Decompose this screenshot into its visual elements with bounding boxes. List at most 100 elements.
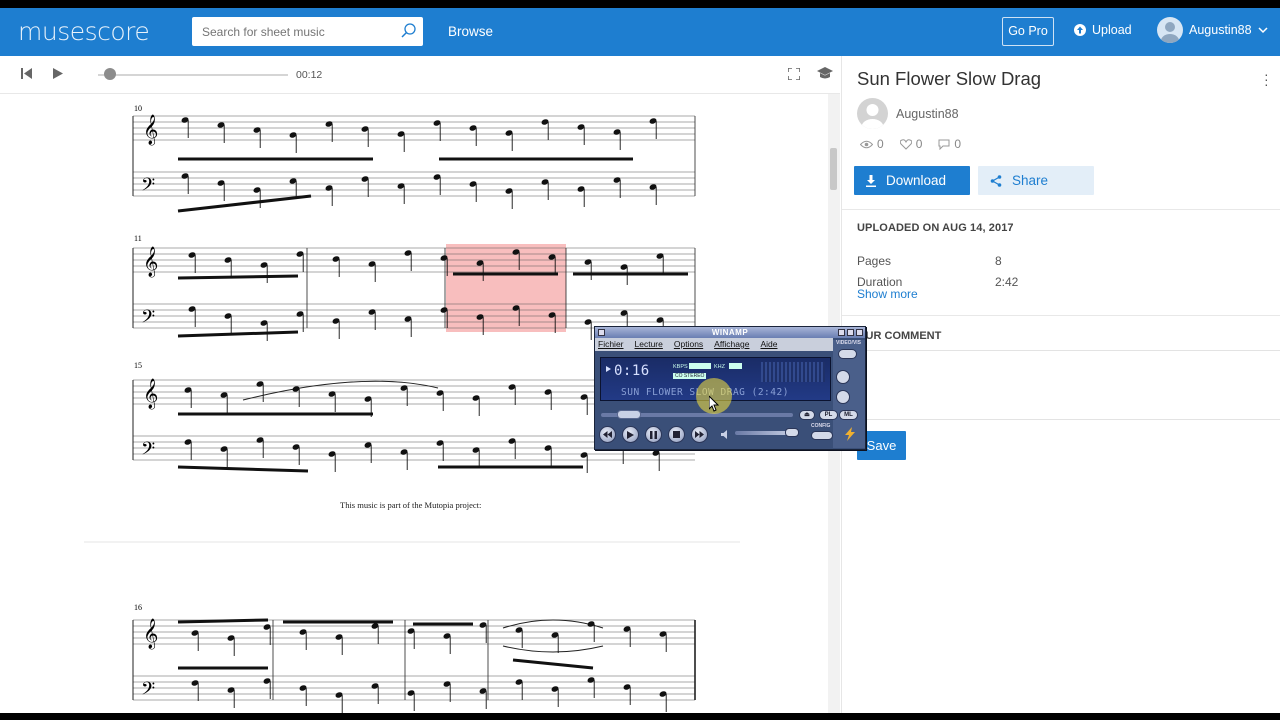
author-avatar[interactable] (857, 98, 888, 129)
likes-count: 0 (915, 137, 923, 151)
go-pro-button[interactable]: Go Pro (1002, 17, 1054, 46)
seek-track[interactable] (98, 74, 288, 76)
comment-icon (938, 139, 950, 150)
score-title: Sun Flower Slow Drag (857, 68, 1042, 89)
volume-handle[interactable] (785, 428, 799, 437)
musescore-logo[interactable]: musescore (18, 17, 150, 46)
media-library-button[interactable]: ML (839, 410, 858, 420)
config-label: CONFIG (811, 423, 831, 429)
measure-number: 10 (134, 104, 142, 113)
upload-icon (1074, 24, 1086, 36)
config-button[interactable] (811, 431, 833, 440)
author-row[interactable]: Augustin88 (857, 98, 959, 129)
minimize-icon[interactable] (838, 329, 845, 336)
download-icon (866, 174, 876, 187)
meta-label-pages: Pages (857, 254, 892, 268)
measure-number: 16 (134, 603, 142, 612)
play-icon[interactable] (53, 68, 63, 79)
browse-link[interactable]: Browse (448, 24, 493, 39)
video-vis-label: VIDEO/VIS (836, 340, 862, 346)
menu-fichier[interactable]: Fichier (598, 338, 624, 351)
score-scrollbar-thumb[interactable] (830, 148, 837, 190)
user-menu[interactable]: Augustin88 (1157, 17, 1268, 43)
kbps-label: KBPS (673, 364, 688, 370)
playing-indicator-icon (606, 366, 611, 372)
winamp-seek-handle[interactable] (617, 410, 641, 419)
username: Augustin88 (1189, 23, 1252, 37)
divider (842, 315, 1280, 316)
uploaded-date: UPLOADED ON AUG 14, 2017 (857, 222, 1014, 234)
menu-aide[interactable]: Aide (760, 338, 777, 351)
winamp-lightning-icon[interactable] (843, 427, 857, 441)
author-name[interactable]: Augustin88 (896, 107, 959, 121)
menu-affichage[interactable]: Affichage (714, 338, 749, 351)
download-button[interactable]: Download (854, 166, 970, 195)
mouse-cursor-icon (709, 396, 720, 412)
winamp-time: 0:16 (614, 363, 650, 379)
mutopia-credit: This music is part of the Mutopia projec… (340, 500, 482, 510)
shuffle-icon[interactable] (836, 390, 850, 404)
svg-text:𝄞: 𝄞 (143, 246, 158, 278)
comments-count: 0 (954, 137, 962, 151)
video-button[interactable] (838, 349, 857, 359)
divider (842, 209, 1280, 210)
repeat-icon[interactable] (836, 370, 850, 384)
svg-text:𝄞: 𝄞 (143, 114, 158, 146)
play-icon[interactable] (622, 426, 639, 443)
stop-icon[interactable] (668, 426, 685, 443)
search-box[interactable] (192, 17, 423, 46)
upload-label: Upload (1092, 23, 1132, 37)
seek-handle[interactable] (104, 68, 116, 80)
previous-icon[interactable] (599, 426, 616, 443)
top-navbar: musescore Browse Go Pro Upload Augustin8… (0, 8, 1280, 56)
svg-text:𝄢: 𝄢 (141, 679, 155, 704)
heart-icon[interactable] (899, 138, 912, 150)
winamp-title: WINAMP (711, 328, 749, 337)
menu-options[interactable]: Options (674, 338, 703, 351)
svg-text:𝄞: 𝄞 (143, 618, 158, 650)
show-more-link[interactable]: Show more (857, 287, 918, 301)
svg-text:𝄞: 𝄞 (143, 378, 158, 410)
menu-lecture[interactable]: Lecture (635, 338, 663, 351)
playback-bar: 00:12 (0, 56, 840, 94)
rewind-icon[interactable] (21, 68, 32, 79)
download-label: Download (886, 173, 947, 188)
winamp-titlebar[interactable]: WINAMP (595, 327, 865, 338)
winamp-menubar: Fichier Lecture Options Affichage Aide (595, 338, 833, 351)
measure-number: 15 (134, 361, 142, 370)
playlist-button[interactable]: PL (819, 410, 838, 420)
current-measure-highlight (446, 244, 566, 332)
svg-text:𝄢: 𝄢 (141, 307, 155, 332)
comment-heading: OUR COMMENT (857, 330, 942, 342)
score-stats: 0 0 0 (860, 137, 961, 151)
meta-value-pages: 8 (995, 254, 1002, 268)
more-options-icon[interactable]: · · · (1264, 67, 1269, 91)
close-icon[interactable] (856, 329, 863, 336)
share-button[interactable]: Share (978, 166, 1094, 195)
score-info-panel: Sun Flower Slow Drag · · · Augustin88 0 0 … (841, 56, 1280, 713)
kbps-value (689, 363, 711, 369)
eject-icon[interactable]: ⏏ (799, 410, 815, 420)
winamp-menu-icon[interactable] (598, 329, 605, 336)
user-avatar (1157, 17, 1183, 43)
upload-button[interactable]: Upload (1074, 23, 1132, 37)
fullscreen-icon[interactable] (788, 68, 800, 80)
shade-icon[interactable] (847, 329, 854, 336)
chevron-down-icon (1258, 27, 1268, 34)
next-icon[interactable] (691, 426, 708, 443)
search-input[interactable] (192, 17, 387, 46)
khz-label: KHZ (714, 364, 725, 370)
pause-icon[interactable] (645, 426, 662, 443)
app-window: musescore Browse Go Pro Upload Augustin8… (0, 8, 1280, 713)
search-icon[interactable] (401, 23, 417, 39)
svg-text:𝄢: 𝄢 (141, 175, 155, 200)
views-count: 0 (877, 137, 884, 151)
share-icon (990, 174, 1002, 187)
playback-time: 00:12 (296, 69, 323, 81)
comment-textarea[interactable] (842, 350, 1280, 420)
learn-mode-icon[interactable] (817, 67, 833, 80)
stereo-indicator: CO STEREO (673, 373, 707, 379)
spectrum-visualizer (761, 362, 825, 382)
volume-icon (721, 430, 727, 439)
share-label: Share (1012, 173, 1049, 188)
